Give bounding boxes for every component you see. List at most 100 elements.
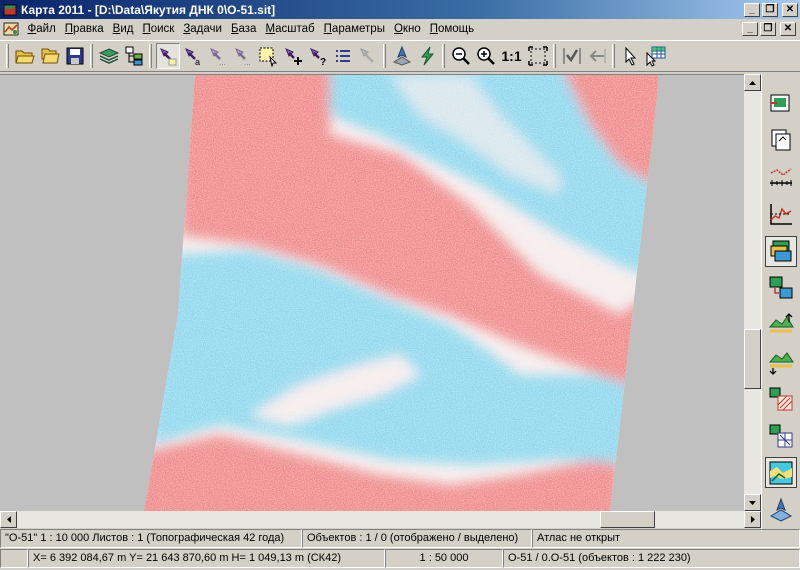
grid-area-button[interactable] (765, 420, 797, 451)
zoom-out-button[interactable] (449, 43, 473, 69)
status-map-name: "O-51" 1 : 10 000 Листов : 1 (Топографич… (0, 529, 302, 548)
query-object-icon: ? (309, 48, 326, 67)
layers-button[interactable] (97, 43, 121, 69)
table-cursor-button[interactable] (644, 43, 668, 69)
select-frame-icon (259, 47, 277, 67)
menu-search[interactable]: Поиск (138, 23, 179, 35)
object-tree-button[interactable] (122, 43, 146, 69)
raster-transform-icon (769, 276, 793, 299)
menu-bar: Файл Правка Вид Поиск Задачи База Масшта… (0, 19, 800, 38)
menu-edit[interactable]: Правка (60, 23, 108, 35)
query-object-button[interactable]: ? (306, 43, 330, 69)
zoom-in-button[interactable] (474, 43, 498, 69)
zoom-in-icon (476, 47, 495, 65)
mdi-minimize-button[interactable]: _ (742, 21, 758, 36)
zoom-out-icon (451, 47, 470, 65)
title-bar[interactable]: Карта 2011 - [D:\Data\Якутия ДНК 0\O-51.… (0, 0, 800, 19)
ruler-scale-icon (770, 168, 792, 187)
save-button[interactable] (63, 43, 87, 69)
select-multi-button[interactable]: ... (206, 43, 230, 69)
mdi-close-button[interactable]: ✕ (780, 21, 796, 36)
hatch-area-button[interactable] (765, 383, 797, 414)
lightning-button[interactable] (415, 43, 439, 69)
status-objects: Объектов : 1 / 0 (отображено / выделено) (302, 529, 532, 548)
toolbar-separator (90, 44, 93, 68)
open-folder-icon (14, 50, 35, 64)
open-set-button[interactable] (38, 43, 62, 69)
vertical-scroll-thumb[interactable] (744, 329, 761, 389)
select-object-button[interactable] (155, 43, 180, 69)
scroll-right-button[interactable] (744, 511, 761, 528)
vertical-scrollbar[interactable] (744, 74, 761, 511)
svg-text:...: ... (219, 58, 226, 67)
relief-up-button[interactable] (765, 310, 797, 341)
toolbar-separator (149, 44, 152, 68)
map-view[interactable] (0, 74, 744, 511)
main-toolbar: a ... ... ? 1:1 (0, 40, 800, 72)
layers-green-button[interactable] (765, 235, 797, 267)
document-icon[interactable] (3, 22, 19, 36)
check-button[interactable] (560, 43, 584, 69)
select-area-button[interactable]: ... (231, 43, 255, 69)
relief-down-button[interactable] (765, 346, 797, 377)
close-button[interactable]: ✕ (782, 2, 798, 17)
menu-view[interactable]: Вид (108, 23, 138, 35)
arrow-right-icon (750, 516, 755, 523)
mdi-restore-button[interactable]: ❐ (760, 21, 776, 36)
toolbar-separator (553, 44, 556, 68)
horizontal-scrollbar[interactable] (0, 511, 761, 528)
grid-area-icon (769, 424, 793, 448)
arrow-down-icon (749, 500, 756, 505)
scale-1-1-button[interactable]: 1:1 (499, 43, 525, 69)
table-cursor-icon (646, 46, 665, 67)
menu-help[interactable]: Помощь (425, 23, 478, 35)
select-frame-button[interactable] (256, 43, 280, 69)
scroll-left-button[interactable] (0, 511, 17, 528)
map-preview-icon (769, 461, 793, 485)
toolbar-separator (383, 44, 386, 68)
svg-text:a: a (195, 57, 200, 67)
restore-button[interactable]: ❐ (762, 2, 778, 17)
raster-map[interactable] (0, 75, 744, 511)
toolbar-separator (612, 44, 615, 68)
menu-database[interactable]: База (226, 23, 260, 35)
check-icon (562, 48, 581, 64)
list-button[interactable] (331, 43, 355, 69)
mdi-controls: _ ❐ ✕ (742, 21, 796, 36)
fit-window-button[interactable] (526, 43, 550, 69)
object-tree-icon (125, 46, 142, 66)
compass-icon (392, 45, 411, 66)
window-title: Карта 2011 - [D:\Data\Якутия ДНК 0\O-51.… (21, 2, 276, 17)
profile-chart-button[interactable] (765, 199, 797, 230)
back-arrow-button[interactable] (585, 43, 609, 69)
scroll-down-button[interactable] (744, 494, 761, 511)
add-object-button[interactable] (281, 43, 305, 69)
scroll-up-button[interactable] (744, 74, 761, 91)
menu-file[interactable]: Файл (23, 23, 60, 35)
compass-blue-button[interactable] (765, 494, 797, 525)
select-text-button[interactable]: a (181, 43, 205, 69)
toolbar-grip[interactable] (6, 44, 9, 68)
horizontal-scroll-thumb[interactable] (600, 511, 655, 528)
menu-scale[interactable]: Масштаб (261, 23, 319, 35)
raster-transform-button[interactable] (765, 273, 797, 304)
menu-window[interactable]: Окно (389, 23, 425, 35)
menu-tasks[interactable]: Задачи (179, 23, 227, 35)
pointer-dim-button[interactable] (356, 43, 380, 69)
sheet-copy-button[interactable] (765, 125, 797, 156)
fit-window-icon (527, 46, 548, 66)
ruler-scale-button[interactable] (765, 162, 797, 193)
status-bar-top: "O-51" 1 : 10 000 Листов : 1 (Топографич… (0, 529, 800, 548)
sheet-create-button[interactable] (765, 88, 797, 119)
map-preview-button[interactable] (765, 457, 797, 489)
list-icon (335, 50, 350, 62)
open-folder-button[interactable] (13, 43, 37, 69)
select-object-icon (159, 48, 176, 66)
cursor-button[interactable] (619, 43, 643, 69)
relief-down-icon (768, 352, 794, 375)
minimize-button[interactable]: _ (744, 2, 760, 17)
right-tool-panel (761, 74, 800, 531)
compass-button[interactable] (390, 43, 414, 69)
status-scale: 1 : 50 000 (385, 549, 503, 568)
menu-parameters[interactable]: Параметры (319, 23, 389, 35)
